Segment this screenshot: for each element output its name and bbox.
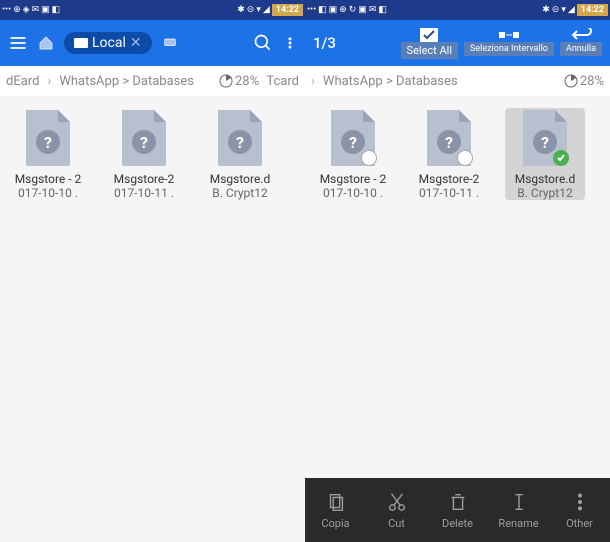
breadcrumb-card: dEard	[6, 74, 39, 89]
select-range-label[interactable]: Seleziona Intervallo	[464, 42, 554, 56]
file-item[interactable]: ? Msgstore-2 017-10-11 .	[104, 108, 184, 200]
breadcrumb-path: WhatsApp > Databases	[323, 74, 458, 89]
svg-text:?: ?	[349, 133, 357, 152]
select-all-checkbox[interactable]	[420, 28, 438, 42]
file-date: 017-10-10 .	[313, 186, 393, 200]
status-time: 14:22	[272, 4, 303, 16]
file-date: 017-10-11 .	[104, 186, 184, 200]
storage-indicator: 28%	[564, 74, 604, 89]
file-icon: ?	[327, 108, 379, 168]
cut-button[interactable]: Cut	[366, 478, 427, 542]
file-item[interactable]: ? Msgstore - 2 017-10-10 .	[8, 108, 88, 200]
cut-icon	[386, 491, 408, 513]
copy-button[interactable]: Copia	[305, 478, 366, 542]
file-item[interactable]: ? Msgstore-2 017-10-11 .	[409, 108, 489, 200]
status-bar-left: •••⊕◈✉▣◧ ✱⊝▾◢ 14:22	[0, 0, 305, 20]
home-icon[interactable]	[38, 35, 54, 51]
copy-icon	[325, 491, 347, 513]
other-button[interactable]: Other	[549, 478, 610, 542]
selection-circle[interactable]	[361, 150, 377, 166]
range-icon[interactable]	[497, 28, 521, 42]
select-all-label[interactable]: Select All	[401, 42, 458, 59]
file-date: 017-10-10 .	[8, 186, 88, 200]
file-date: B. Crypt12	[505, 186, 585, 200]
more-icon[interactable]	[283, 33, 297, 53]
location-badge[interactable]: Local ✕	[64, 32, 152, 54]
breadcrumb-left[interactable]: dEard › WhatsApp > Databases 28% Tcard	[0, 66, 305, 96]
file-item[interactable]: ? Msgstore.d B. Crypt12	[200, 108, 280, 200]
file-pane-right: ? Msgstore - 2 017-10-10 . ? Msgstore-2 …	[305, 96, 610, 212]
appbar-right: 1/3 Select All Seleziona Intervallo Annu…	[305, 20, 610, 66]
file-icon: ?	[22, 108, 74, 168]
delete-icon	[447, 491, 469, 513]
svg-text:?: ?	[445, 133, 453, 152]
undo-icon[interactable]	[569, 28, 593, 42]
cancel-label[interactable]: Annulla	[560, 42, 602, 56]
more-icon	[569, 491, 591, 513]
appbar-left: Local ✕	[0, 20, 305, 66]
svg-text:?: ?	[44, 133, 52, 152]
selection-counter: 1/3	[313, 34, 336, 52]
file-icon: ?	[118, 108, 170, 168]
file-name: Msgstore-2	[104, 172, 184, 186]
file-icon: ?	[214, 108, 266, 168]
status-bar-right: •••◧▣⊕↻▣✉◧ ✱⊝▾◢ 14:22	[305, 0, 610, 20]
selection-check-icon[interactable]	[553, 150, 569, 166]
menu-icon[interactable]	[8, 33, 28, 53]
file-icon: ?	[423, 108, 475, 168]
file-date: B. Crypt12	[200, 186, 280, 200]
file-name: Msgstore.d	[505, 172, 585, 186]
file-date: 017-10-11 .	[409, 186, 489, 200]
selection-circle[interactable]	[457, 150, 473, 166]
rename-icon	[508, 491, 530, 513]
file-name: Msgstore.d	[200, 172, 280, 186]
bottom-action-bar: Copia Cut Delete Rename Other	[305, 478, 610, 542]
chevron-icon: ›	[47, 74, 51, 89]
search-icon[interactable]	[253, 33, 273, 53]
file-item[interactable]: ? Msgstore.d B. Crypt12	[505, 108, 585, 200]
rename-button[interactable]: Rename	[488, 478, 549, 542]
status-time: 14:22	[577, 4, 608, 16]
chat-icon[interactable]	[162, 35, 178, 51]
svg-text:?: ?	[541, 133, 549, 152]
location-label: Local	[92, 35, 126, 51]
svg-text:?: ?	[236, 133, 244, 152]
chevron-icon: ›	[311, 74, 315, 89]
storage-indicator: 28% Tcard	[219, 74, 299, 89]
file-item[interactable]: ? Msgstore - 2 017-10-10 .	[313, 108, 393, 200]
file-name: Msgstore - 2	[313, 172, 393, 186]
file-name: Msgstore - 2	[8, 172, 88, 186]
delete-button[interactable]: Delete	[427, 478, 488, 542]
file-icon: ?	[519, 108, 571, 168]
breadcrumb-right[interactable]: › WhatsApp > Databases 28%	[305, 66, 610, 96]
breadcrumb-path: WhatsApp > Databases	[59, 74, 194, 89]
svg-text:?: ?	[140, 133, 148, 152]
file-pane-left: ? Msgstore - 2 017-10-10 . ? Msgstore-2 …	[0, 96, 305, 212]
file-name: Msgstore-2	[409, 172, 489, 186]
